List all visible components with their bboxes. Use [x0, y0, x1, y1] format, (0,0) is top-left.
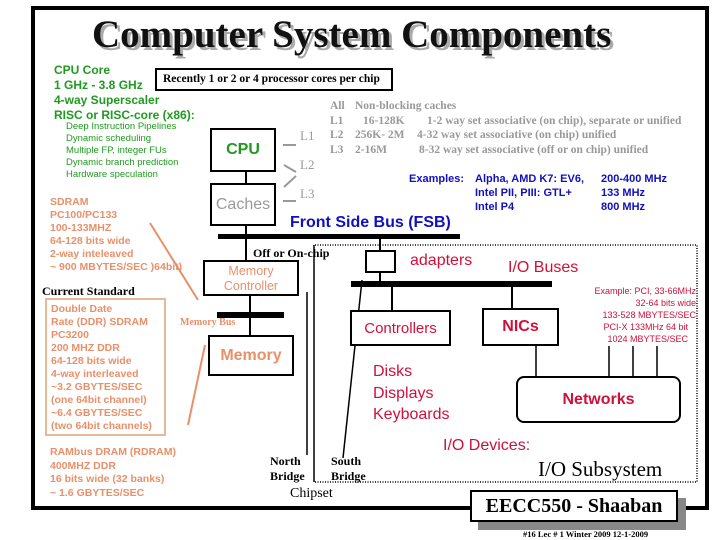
- off-on-chip-label: Off or On-chip: [253, 246, 330, 260]
- pci-example: Example: PCI, 33-66MHz 32-64 bits wide 133…: [594, 286, 696, 344]
- controllers-box: Controllers: [350, 310, 451, 346]
- memory-bus-label: Memory Bus: [180, 317, 236, 328]
- io-device-list: Disks Displays Keyboards: [373, 363, 450, 423]
- fsb-label: Front Side Bus (FSB): [290, 214, 451, 231]
- current-standard-label: Current Standard: [42, 284, 135, 298]
- cache-label-l3: L3: [300, 186, 315, 201]
- south-bridge-label: South Bridge: [331, 454, 366, 483]
- front-side-bus: [218, 234, 460, 239]
- io-bus: [351, 281, 552, 287]
- adapter-box: [365, 250, 396, 273]
- cache-label-l1: L1: [300, 128, 315, 143]
- memory-controller-box: Memory Controller: [203, 260, 299, 296]
- cpu-core-line: 4-way Superscaler: [54, 93, 160, 107]
- page-title: Computer System Components: [92, 13, 612, 56]
- sdram-info: SDRAM PC100/PC133 100-133MHZ 64-128 bits wi…: [50, 196, 183, 273]
- cache-row: L1 16-128K 1-2 way set associative (on chi…: [330, 114, 682, 127]
- cache-label-l2: L2: [300, 157, 315, 172]
- slide-footer: #16 Lec # 1 Winter 2009 12-1-2009: [523, 529, 649, 539]
- io-buses-label: I/O Buses: [508, 259, 579, 276]
- cache-table: All Non-blocking caches L1 16-128K 1-2 way …: [330, 99, 681, 157]
- nics-box: NICs: [482, 308, 559, 346]
- chipset-label: Chipset: [290, 486, 333, 501]
- adapters-label: adapters: [410, 252, 473, 269]
- memory-box: Memory: [208, 335, 294, 376]
- feature: Dynamic scheduling: [66, 133, 152, 144]
- cache-row: L3 2-16M 8-32 way set associative (off or …: [330, 143, 649, 156]
- feature: Multiple FP, integer FUs: [66, 145, 167, 156]
- north-bridge-label: North Bridge: [270, 454, 305, 483]
- networks-box: Networks: [516, 376, 681, 423]
- ddr-info-box: Double Date Rate (DDR) SDRAM PC3200 200 MHZ…: [45, 298, 166, 436]
- feature: Hardware speculation: [66, 169, 158, 180]
- cpu-box: CPU: [210, 128, 276, 172]
- cache-row: L2 256K- 2M 4-32 way set associative (on c…: [330, 129, 617, 141]
- feature: Deep Instruction Pipelines: [66, 121, 177, 132]
- io-devices-label: I/O Devices:: [443, 437, 531, 454]
- io-subsystem-label: I/O Subsystem: [538, 457, 663, 481]
- cores-note: Recently 1 or 2 or 4 processor cores per…: [155, 68, 393, 91]
- cpu-features: Deep Instruction Pipelines Dynamic sched…: [66, 121, 178, 181]
- caches-box: Caches: [210, 183, 276, 226]
- rambus-info: RAMbus DRAM (RDRAM) 400MHZ DDR 16 bits wid…: [50, 446, 176, 499]
- feature: Dynamic branch prediction: [66, 157, 179, 168]
- cache-row: All Non-blocking caches: [330, 100, 457, 112]
- fsb-examples: Examples: Alpha, AMD K7: EV6, 200-400 MHz …: [409, 173, 668, 213]
- course-footer-box: EECC550 - Shaaban: [470, 490, 678, 522]
